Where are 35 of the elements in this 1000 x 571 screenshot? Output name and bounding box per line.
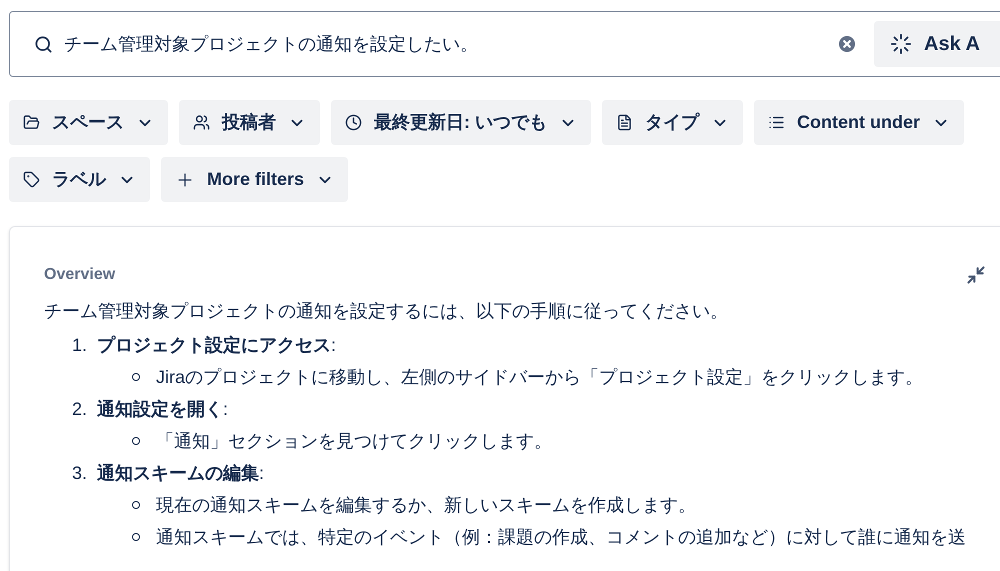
overview-title: Overview [44, 265, 116, 285]
people-icon [193, 114, 210, 131]
search-query: チーム管理対象プロジェクトの通知を設定したい。 [64, 32, 478, 56]
filter-button[interactable]: タイプ [602, 100, 743, 145]
bullet-icon [132, 437, 140, 445]
filter-button[interactable]: 投稿者 [179, 100, 320, 145]
document-icon [616, 114, 633, 131]
tag-icon [23, 171, 40, 188]
bullet-icon [132, 533, 140, 541]
search-field[interactable]: チーム管理対象プロジェクトの通知を設定したい。 Ask A [9, 11, 1000, 77]
collapse-icon[interactable] [966, 265, 986, 285]
sparkle-icon [890, 33, 912, 55]
step-number: 2. [72, 398, 88, 421]
step-detail: 現在の通知スキームを編集するか、新しいスキームを作成します。 [156, 494, 696, 517]
folder-icon [23, 114, 40, 131]
intro-text: チーム管理対象プロジェクトの通知を設定するには、以下の手順に従ってください。 [44, 300, 729, 323]
bullet-icon [132, 501, 140, 509]
step-number: 1. [72, 334, 88, 357]
step-title: 通知設定を開く: [97, 398, 228, 421]
step-detail: 「通知」セクションを見つけてクリックします。 [156, 430, 552, 453]
step-detail: 通知スキームでは、特定のイベント（例：課題の作成、コメントの追加など）に対して誰に通知を送 [156, 526, 966, 549]
filter-button[interactable]: スペース [9, 100, 168, 145]
step-title: 通知スキームの編集: [97, 462, 264, 485]
step-number: 3. [72, 462, 88, 485]
ask-ai-button[interactable]: Ask A [874, 21, 1000, 67]
search-icon [34, 34, 53, 54]
clock-icon [345, 114, 362, 131]
filter-button[interactable]: 最終更新日: いつでも [331, 100, 591, 145]
step-title: プロジェクト設定にアクセス: [97, 334, 336, 357]
filter-button[interactable]: ラベル [9, 157, 150, 202]
bullet-icon [132, 373, 140, 381]
list-icon [768, 114, 785, 131]
step-detail: Jiraのプロジェクトに移動し、左側のサイドバーから「プロジェクト設定」をクリックします。 [156, 366, 924, 389]
filter-button[interactable]: Content under [754, 100, 964, 145]
filter-button[interactable]: More filters [161, 157, 348, 202]
